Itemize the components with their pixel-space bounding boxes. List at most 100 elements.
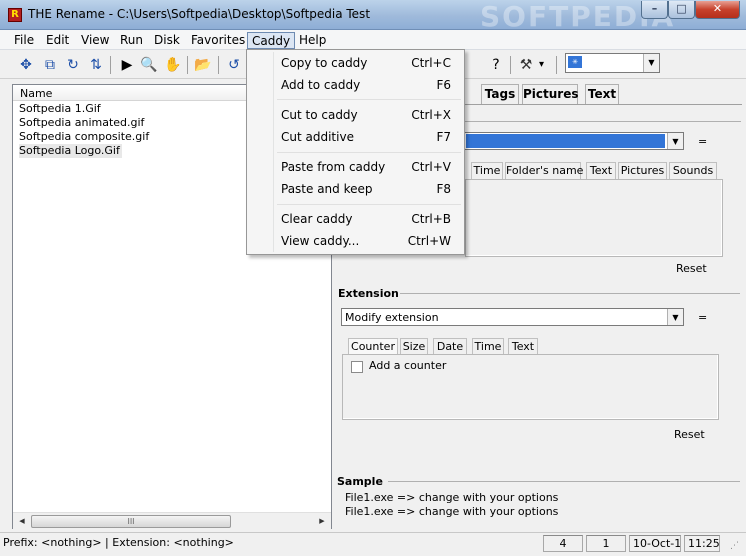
name-options-panel	[465, 179, 723, 257]
equals-sign: =	[698, 311, 708, 324]
toolbar-separator	[110, 56, 111, 74]
chevron-down-icon[interactable]: ▼	[667, 309, 683, 325]
status-count-selected: 1	[586, 535, 626, 552]
status-date: 10-Oct-11	[629, 535, 681, 552]
menu-separator	[277, 204, 461, 205]
menu-item-label: Cut additive	[281, 130, 354, 144]
menu-view[interactable]: View	[77, 32, 113, 49]
title-bar: R THE Rename - C:\Users\Softpedia\Deskto…	[0, 0, 746, 33]
tab-text[interactable]: Text	[585, 84, 619, 104]
file-row[interactable]: Softpedia 1.Gif	[19, 102, 101, 116]
menu-item-label: Clear caddy	[281, 212, 353, 226]
menu-item-cut-additive[interactable]: Cut additive F7	[281, 128, 451, 146]
status-time: 11:25	[684, 535, 720, 552]
tools-dropdown-caret[interactable]: ▾	[539, 59, 544, 70]
extension-mode-combo[interactable]: Modify extension ▼	[341, 308, 684, 326]
menu-item-shortcut: Ctrl+X	[411, 108, 451, 122]
tab-pictures[interactable]: Pictures	[522, 84, 579, 104]
menu-item-add-to-caddy[interactable]: Add to caddy F6	[281, 76, 451, 94]
menu-caddy[interactable]: Caddy	[247, 32, 296, 49]
menu-gutter	[273, 52, 274, 252]
menu-item-paste-and-keep[interactable]: Paste and keep F8	[281, 180, 451, 198]
toggle-icon[interactable]: ⇅	[86, 55, 106, 75]
name-combo-selection	[466, 134, 665, 148]
subtab-text[interactable]: Text	[508, 338, 538, 355]
menu-separator	[277, 99, 461, 100]
open-folder-icon[interactable]: 📂	[193, 55, 213, 75]
menu-item-shortcut: Ctrl+W	[407, 234, 451, 248]
subtab-sounds[interactable]: Sounds	[669, 162, 717, 179]
minimize-button[interactable]: –	[641, 1, 668, 19]
subtab-time[interactable]: Time	[471, 162, 503, 179]
scroll-thumb[interactable]: III	[31, 515, 231, 528]
menu-item-label: Paste from caddy	[281, 160, 386, 174]
undo-icon[interactable]: ↺	[224, 55, 244, 75]
refresh-icon[interactable]: ↻	[63, 55, 83, 75]
menu-item-view-caddy[interactable]: View caddy... Ctrl+W	[281, 232, 451, 250]
scroll-left-icon[interactable]: ◀	[14, 514, 30, 529]
subtab-size[interactable]: Size	[400, 338, 428, 355]
extension-reset-button[interactable]: Reset	[674, 428, 705, 441]
subtab-folders-name[interactable]: Folder's name	[505, 162, 583, 179]
menu-run[interactable]: Run	[116, 32, 147, 49]
equals-sign: =	[698, 135, 708, 148]
move-icon[interactable]: ✥	[16, 55, 36, 75]
sample-section-line	[388, 481, 740, 482]
name-reset-button[interactable]: Reset	[676, 262, 707, 275]
menu-item-shortcut: F6	[436, 78, 451, 92]
hand-icon[interactable]: ✋	[163, 55, 183, 75]
subtab-text[interactable]: Text	[586, 162, 616, 179]
column-name-label: Name	[20, 87, 53, 100]
menu-disk[interactable]: Disk	[150, 32, 184, 49]
menu-help[interactable]: Help	[295, 32, 330, 49]
menu-item-clear-caddy[interactable]: Clear caddy Ctrl+B	[281, 210, 451, 228]
resize-grip-icon[interactable]: ⋰	[730, 541, 739, 551]
add-counter-label: Add a counter	[369, 359, 447, 372]
file-row[interactable]: Softpedia composite.gif	[19, 130, 149, 144]
subtab-date[interactable]: Date	[433, 338, 467, 355]
menu-item-shortcut: Ctrl+B	[411, 212, 451, 226]
menu-item-label: Add to caddy	[281, 78, 361, 92]
window-title: THE Rename - C:\Users\Softpedia\Desktop\…	[28, 7, 371, 21]
subtab-pictures[interactable]: Pictures	[618, 162, 667, 179]
file-row[interactable]: Softpedia animated.gif	[19, 116, 144, 130]
menu-item-label: Copy to caddy	[281, 56, 368, 70]
sample-line: File1.exe => change with your options	[345, 491, 559, 504]
toolbar-separator	[187, 56, 188, 74]
menu-file[interactable]: File	[10, 32, 38, 49]
maximize-button[interactable]: □	[668, 1, 695, 19]
status-text: Prefix: <nothing> | Extension: <nothing>	[3, 536, 234, 549]
help-icon[interactable]: ?	[486, 55, 506, 75]
menu-item-paste-from-caddy[interactable]: Paste from caddy Ctrl+V	[281, 158, 451, 176]
preview-icon[interactable]: 🔍	[139, 55, 159, 75]
extension-section-line	[400, 293, 740, 294]
copy-icon[interactable]: ⧉	[40, 55, 60, 75]
menu-item-label: Paste and keep	[281, 182, 373, 196]
chevron-down-icon[interactable]: ▼	[667, 133, 683, 149]
menu-item-label: View caddy...	[281, 234, 360, 248]
horizontal-scrollbar[interactable]: ◀ III ▶	[13, 512, 331, 529]
sample-line: File1.exe => change with your options	[345, 505, 559, 518]
subtab-time[interactable]: Time	[472, 338, 504, 355]
menu-favorites[interactable]: Favorites	[187, 32, 249, 49]
chevron-down-icon[interactable]: ▼	[643, 54, 659, 72]
sample-label: Sample	[337, 475, 383, 488]
filter-combo[interactable]: ✳ ▼	[565, 53, 660, 73]
menu-item-shortcut: F7	[436, 130, 451, 144]
status-count-total: 4	[543, 535, 583, 552]
tools-icon[interactable]: ⚒	[516, 55, 536, 75]
filter-combo-value: ✳	[568, 56, 582, 68]
menu-separator	[277, 152, 461, 153]
menu-item-cut-to-caddy[interactable]: Cut to caddy Ctrl+X	[281, 106, 451, 124]
menu-edit[interactable]: Edit	[42, 32, 73, 49]
subtab-counter[interactable]: Counter	[348, 338, 398, 355]
menu-item-copy-to-caddy[interactable]: Copy to caddy Ctrl+C	[281, 54, 451, 72]
tab-tags[interactable]: Tags	[481, 84, 519, 104]
toolbar-separator	[218, 56, 219, 74]
add-counter-checkbox[interactable]	[351, 361, 363, 373]
close-button[interactable]: ✕	[695, 1, 740, 19]
app-icon: R	[8, 8, 22, 22]
run-icon[interactable]: ▶	[117, 55, 137, 75]
scroll-right-icon[interactable]: ▶	[314, 514, 330, 529]
file-row[interactable]: Softpedia Logo.Gif	[19, 144, 122, 158]
